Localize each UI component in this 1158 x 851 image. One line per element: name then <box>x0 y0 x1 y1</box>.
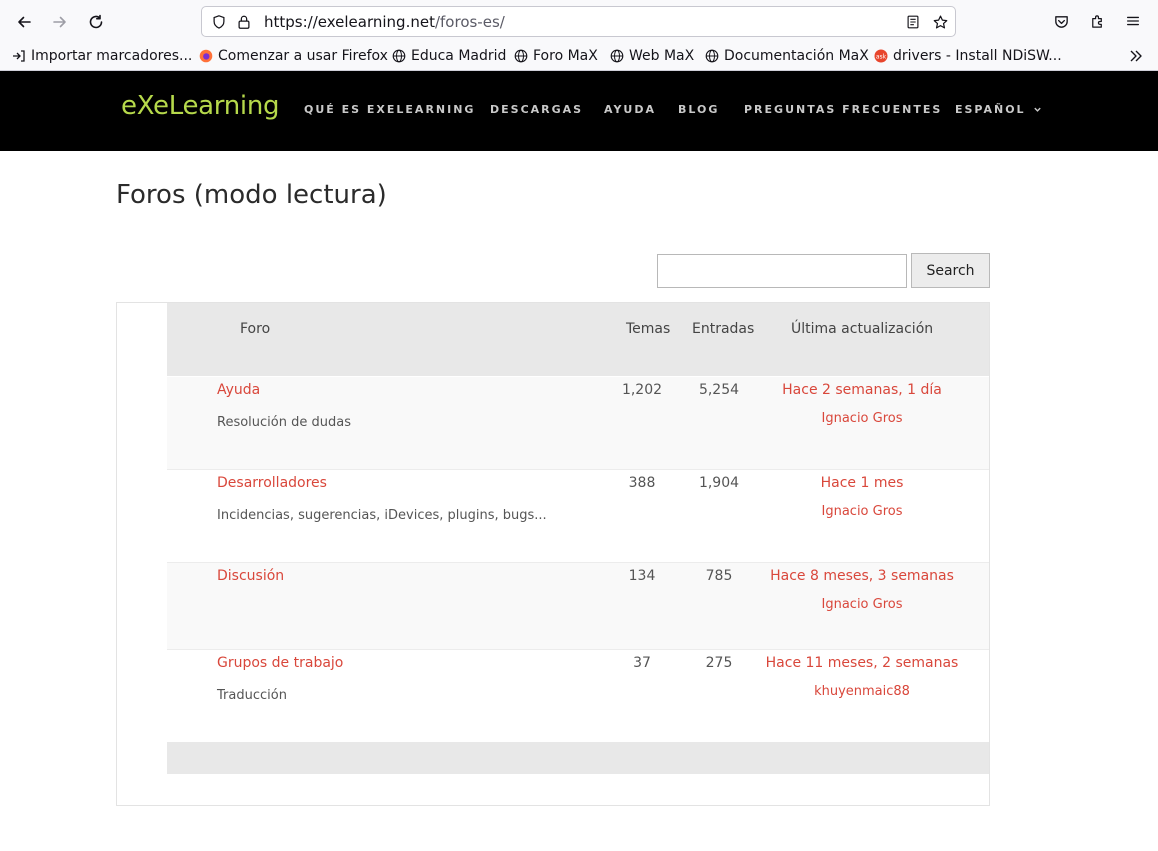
bookmark-label: Educa Madrid <box>411 48 507 64</box>
site-header: eXeLearning QUÉ ES EXELEARNING DESCARGAS… <box>0 71 1158 151</box>
column-header-forum: Foro <box>240 321 271 337</box>
reload-icon[interactable] <box>82 8 110 36</box>
posts-count: 275 <box>705 655 733 671</box>
lock-icon[interactable] <box>235 13 253 31</box>
reader-view-icon[interactable] <box>904 13 922 31</box>
last-update-link[interactable]: Hace 8 meses, 3 semanas <box>757 568 967 584</box>
bookmark-label: Importar marcadores... <box>31 48 193 64</box>
topics-count: 37 <box>633 655 651 671</box>
globe-icon <box>610 49 624 63</box>
table-footer <box>167 742 989 774</box>
language-label: ESPAÑOL <box>955 103 1026 116</box>
forum-link[interactable]: Ayuda <box>217 382 260 398</box>
page-title: Foros (modo lectura) <box>116 180 387 210</box>
bookmark-item[interactable]: Educa Madrid <box>392 46 506 66</box>
extensions-icon[interactable] <box>1086 10 1108 32</box>
table-row: Grupos de trabajo Traducción 37 275 Hace… <box>167 650 989 742</box>
forum-link[interactable]: Grupos de trabajo <box>217 655 343 671</box>
column-header-last-update: Última actualización <box>791 321 934 337</box>
browser-toolbar: https://exelearning.net/foros-es/ Import… <box>0 0 1158 71</box>
posts-count: 785 <box>705 568 733 584</box>
last-update-link[interactable]: Hace 1 mes <box>757 475 967 491</box>
author-link[interactable]: Ignacio Gros <box>757 504 967 519</box>
author-link[interactable]: khuyenmaic88 <box>757 684 967 699</box>
topics-count: 134 <box>628 568 656 584</box>
chevron-double-right-icon[interactable] <box>1124 46 1148 66</box>
column-header-posts: Entradas <box>692 321 755 337</box>
forum-description: Incidencias, sugerencias, iDevices, plug… <box>217 508 547 523</box>
topics-count: 388 <box>628 475 656 491</box>
bookmark-item[interactable]: Comenzar a usar Firefox <box>199 46 388 66</box>
posts-count: 1,904 <box>698 475 740 491</box>
pocket-icon[interactable] <box>1050 10 1072 32</box>
author-link[interactable]: Ignacio Gros <box>757 597 967 612</box>
url-text: https://exelearning.net/foros-es/ <box>264 13 505 31</box>
table-row: Ayuda Resolución de dudas 1,202 5,254 Ha… <box>167 377 989 470</box>
bookmark-item[interactable]: ask drivers - Install NDiSW... <box>874 46 1062 66</box>
globe-icon <box>705 49 719 63</box>
ask-icon: ask <box>874 49 888 63</box>
bookmark-label: Documentación MaX <box>724 48 869 64</box>
nav-item-preguntas[interactable]: PREGUNTAS FRECUENTES <box>744 103 942 119</box>
bookmark-label: drivers - Install NDiSW... <box>893 48 1062 64</box>
forum-description: Traducción <box>217 688 287 703</box>
bookmark-label: Web MaX <box>629 48 695 64</box>
globe-icon <box>392 49 406 63</box>
nav-item-ayuda[interactable]: AYUDA <box>604 103 656 119</box>
bookmark-item[interactable]: Web MaX <box>610 46 694 66</box>
table-row: Discusión 134 785 Hace 8 meses, 3 semana… <box>167 563 989 650</box>
bookmark-label: Comenzar a usar Firefox <box>218 48 388 64</box>
last-update-link[interactable]: Hace 2 semanas, 1 día <box>757 382 967 398</box>
nav-item-que-es[interactable]: QUÉ ES EXELEARNING <box>304 103 475 119</box>
svg-text:ask: ask <box>876 54 887 61</box>
site-logo[interactable]: eXeLearning <box>121 91 280 121</box>
bookmark-star-icon[interactable] <box>931 13 949 31</box>
nav-item-blog[interactable]: BLOG <box>678 103 719 119</box>
forward-icon[interactable] <box>46 8 74 36</box>
forum-link[interactable]: Discusión <box>217 568 284 584</box>
posts-count: 5,254 <box>698 382 740 398</box>
bookmark-item[interactable]: Documentación MaX <box>705 46 869 66</box>
search-input[interactable] <box>657 254 907 288</box>
forum-description: Resolución de dudas <box>217 415 351 430</box>
last-update-link[interactable]: Hace 11 meses, 2 semanas <box>757 655 967 671</box>
bookmark-item[interactable]: Foro MaX <box>514 46 598 66</box>
nav-item-descargas[interactable]: DESCARGAS <box>490 103 583 119</box>
bookmark-item[interactable]: Importar marcadores... <box>12 46 192 66</box>
search-button[interactable]: Search <box>911 253 990 288</box>
bookmark-label: Foro MaX <box>533 48 598 64</box>
chevron-down-icon <box>1034 107 1042 112</box>
back-icon[interactable] <box>10 8 38 36</box>
forum-link[interactable]: Desarrolladores <box>217 475 327 491</box>
shield-icon[interactable] <box>210 13 228 31</box>
table-header: Foro Temas Entradas Última actualización <box>167 303 989 376</box>
topics-count: 1,202 <box>621 382 663 398</box>
menu-icon[interactable] <box>1122 10 1144 32</box>
bookmarks-toolbar: Importar marcadores... Comenzar a usar F… <box>0 42 1158 70</box>
author-link[interactable]: Ignacio Gros <box>757 411 967 426</box>
globe-icon <box>514 49 528 63</box>
nav-item-language[interactable]: ESPAÑOL <box>955 103 1042 119</box>
address-bar[interactable]: https://exelearning.net/foros-es/ <box>201 6 956 37</box>
table-row: Desarrolladores Incidencias, sugerencias… <box>167 470 989 563</box>
import-icon <box>12 49 26 63</box>
column-header-topics: Temas <box>626 321 671 337</box>
firefox-icon <box>199 49 213 63</box>
